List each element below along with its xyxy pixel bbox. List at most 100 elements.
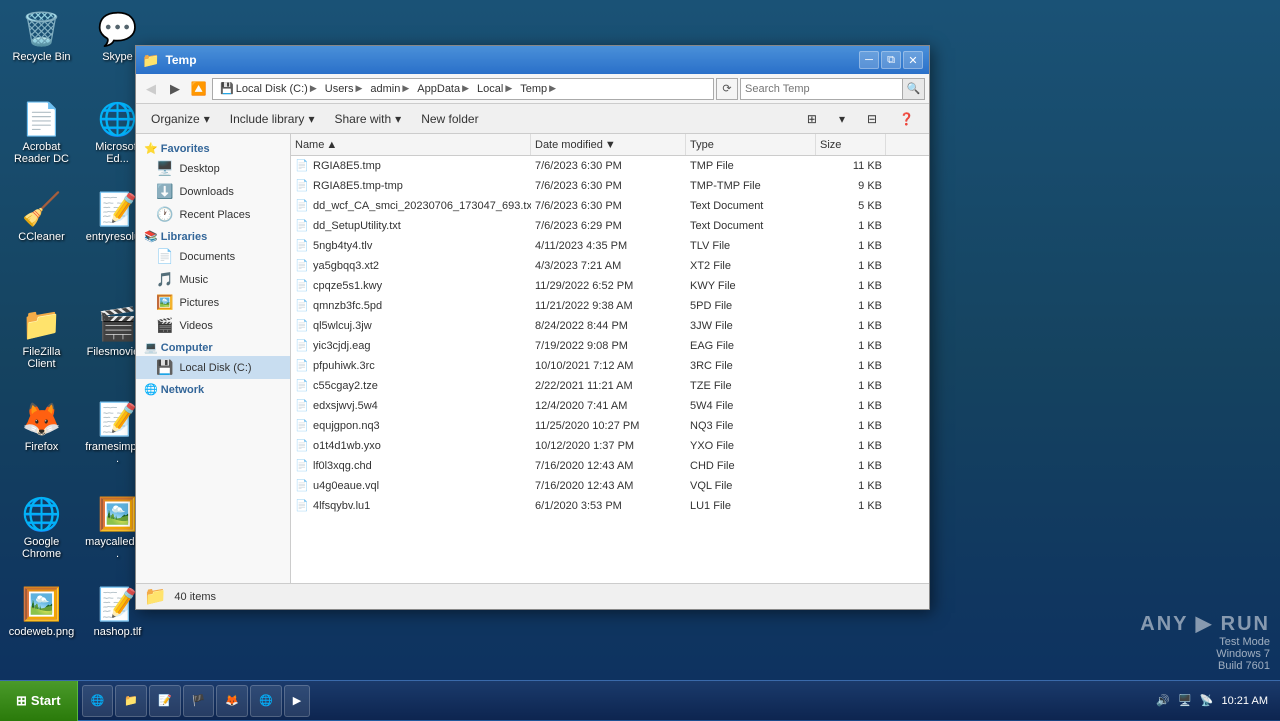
refresh-button[interactable]: ⟳	[716, 78, 738, 100]
taskbar-app-explorer[interactable]: 📁	[115, 685, 147, 717]
file-size: 1 KB	[816, 220, 886, 232]
search-input[interactable]	[741, 79, 902, 99]
nav-item-recent-places[interactable]: 🕐 Recent Places	[136, 203, 290, 226]
title-bar-icon: 📁	[142, 52, 159, 69]
table-row[interactable]: 📄 c55cgay2.tze 2/22/2021 11:21 AM TZE Fi…	[291, 376, 929, 396]
table-row[interactable]: 📄 ql5wlcuj.3jw 8/24/2022 8:44 PM 3JW Fil…	[291, 316, 929, 336]
table-row[interactable]: 📄 ya5gbqq3.xt2 4/3/2023 7:21 AM XT2 File…	[291, 256, 929, 276]
table-row[interactable]: 📄 dd_SetupUtility.txt 7/6/2023 6:29 PM T…	[291, 216, 929, 236]
desktop-icon-firefox[interactable]: 🦊 Firefox	[4, 395, 79, 457]
view-button[interactable]: ⊞	[798, 107, 826, 131]
nav-item-documents[interactable]: 📄 Documents	[136, 245, 290, 268]
address-local-disk[interactable]: 💾 Local Disk (C:) ▶	[217, 81, 320, 96]
file-type: 3JW File	[686, 320, 816, 332]
file-size: 11 KB	[816, 160, 886, 172]
address-temp[interactable]: Temp ▶	[517, 82, 559, 96]
file-name: RGIA8E5.tmp-tmp	[313, 180, 403, 192]
address-bar[interactable]: 💾 Local Disk (C:) ▶ Users ▶ admin ▶ AppD…	[212, 78, 714, 100]
taskbar-app-media[interactable]: ▶	[284, 685, 310, 717]
file-size: 1 KB	[816, 500, 886, 512]
table-row[interactable]: 📄 u4g0eaue.vql 7/16/2020 12:43 AM VQL Fi…	[291, 476, 929, 496]
taskbar-app-ie2[interactable]: 🌐	[250, 685, 282, 717]
file-size: 1 KB	[816, 360, 886, 372]
file-type: NQ3 File	[686, 420, 816, 432]
file-type: YXO File	[686, 440, 816, 452]
share-with-button[interactable]: Share with ▾	[325, 107, 410, 131]
table-row[interactable]: 📄 pfpuhiwk.3rc 10/10/2021 7:12 AM 3RC Fi…	[291, 356, 929, 376]
table-row[interactable]: 📄 RGIA8E5.tmp 7/6/2023 6:30 PM TMP File …	[291, 156, 929, 176]
close-button[interactable]: ✕	[903, 51, 923, 69]
flag-icon: 🏴	[192, 694, 206, 707]
address-arrow-6: ▶	[549, 83, 556, 94]
table-row[interactable]: 📄 cpqze5s1.kwy 11/29/2022 6:52 PM KWY Fi…	[291, 276, 929, 296]
nav-item-desktop[interactable]: 🖥️ Desktop	[136, 157, 290, 180]
up-button[interactable]: 🔼	[188, 78, 210, 100]
desktop-icon-filezilla[interactable]: 📁 FileZilla Client	[4, 300, 79, 374]
table-row[interactable]: 📄 equjgpon.nq3 11/25/2020 10:27 PM NQ3 F…	[291, 416, 929, 436]
file-icon: 📄	[295, 499, 309, 513]
minimize-button[interactable]: ─	[859, 51, 879, 69]
nav-item-videos[interactable]: 🎬 Videos	[136, 314, 290, 337]
preview-pane-button[interactable]: ⊟	[858, 107, 886, 131]
table-row[interactable]: 📄 5ngb4ty4.tlv 4/11/2023 4:35 PM TLV Fil…	[291, 236, 929, 256]
taskbar-app-word[interactable]: 📝	[149, 685, 181, 717]
include-library-button[interactable]: Include library ▾	[221, 107, 324, 131]
network-section[interactable]: 🌐 Network	[136, 379, 290, 398]
desktop-icon-ccleaner[interactable]: 🧹 CCleaner	[4, 185, 79, 247]
col-header-name[interactable]: Name ▲	[291, 134, 531, 155]
file-list: 📄 RGIA8E5.tmp 7/6/2023 6:30 PM TMP File …	[291, 156, 929, 583]
address-appdata[interactable]: AppData ▶	[414, 82, 472, 96]
back-button[interactable]: ◀	[140, 78, 162, 100]
test-mode-label: Test Mode	[1140, 636, 1270, 648]
forward-button[interactable]: ▶	[164, 78, 186, 100]
desktop-icon-acrobat[interactable]: 📄 Acrobat Reader DC	[4, 95, 79, 169]
word-icon: 📝	[158, 694, 172, 707]
tray-icon-2[interactable]: 🖥️	[1178, 694, 1192, 707]
table-row[interactable]: 📄 RGIA8E5.tmp-tmp 7/6/2023 6:30 PM TMP-T…	[291, 176, 929, 196]
search-box[interactable]: 🔍	[740, 78, 925, 100]
start-button[interactable]: ⊞ Start	[0, 681, 78, 721]
nav-item-music[interactable]: 🎵 Music	[136, 268, 290, 291]
explorer-window: 📁 Temp ─ ⧉ ✕ ◀ ▶ 🔼 💾 Local Disk (C:) ▶ U…	[135, 45, 930, 610]
col-header-type[interactable]: Type	[686, 134, 816, 155]
tray-icon-3[interactable]: 📡	[1200, 694, 1214, 707]
taskbar-app-firefox[interactable]: 🦊	[216, 685, 248, 717]
codeweb-label: codeweb.png	[8, 626, 75, 638]
table-row[interactable]: 📄 edxsjwvj.5w4 12/4/2020 7:41 AM 5W4 Fil…	[291, 396, 929, 416]
table-row[interactable]: 📄 o1t4d1wb.yxo 10/12/2020 1:37 PM YXO Fi…	[291, 436, 929, 456]
organize-button[interactable]: Organize ▾	[142, 107, 219, 131]
computer-section[interactable]: 💻 Computer	[136, 337, 290, 356]
desktop-icon-chrome[interactable]: 🌐 Google Chrome	[4, 490, 79, 564]
help-button[interactable]: ❓	[890, 107, 923, 131]
view-dropdown[interactable]: ▾	[830, 107, 854, 131]
taskbar-app-flag[interactable]: 🏴	[183, 685, 215, 717]
desktop-icon-recycle-bin[interactable]: 🗑️ Recycle Bin	[4, 5, 79, 67]
address-users[interactable]: Users ▶	[322, 82, 366, 96]
libraries-section[interactable]: 📚 Libraries	[136, 226, 290, 245]
test-mode-badge: ANY ▶ RUN Test Mode Windows 7 Build 7601	[1140, 611, 1270, 672]
desktop-icon-codeweb[interactable]: 🖼️ codeweb.png	[4, 580, 79, 642]
table-row[interactable]: 📄 lf0l3xqg.chd 7/16/2020 12:43 AM CHD Fi…	[291, 456, 929, 476]
nav-item-local-disk[interactable]: 💾 Local Disk (C:)	[136, 356, 290, 379]
table-row[interactable]: 📄 yic3cjdj.eag 7/19/2022 9:08 PM EAG Fil…	[291, 336, 929, 356]
search-button[interactable]: 🔍	[902, 79, 924, 99]
table-row[interactable]: 📄 4lfsqybv.lu1 6/1/2020 3:53 PM LU1 File…	[291, 496, 929, 516]
col-header-date[interactable]: Date modified ▼	[531, 134, 686, 155]
nav-item-downloads[interactable]: ⬇️ Downloads	[136, 180, 290, 203]
table-row[interactable]: 📄 qmnzb3fc.5pd 11/21/2022 9:38 AM 5PD Fi…	[291, 296, 929, 316]
skype-icon: 💬	[98, 9, 138, 49]
file-size: 1 KB	[816, 340, 886, 352]
taskbar-app-ie[interactable]: 🌐	[82, 685, 114, 717]
address-admin[interactable]: admin ▶	[367, 82, 412, 96]
window-title: Temp	[165, 53, 853, 67]
file-date: 7/6/2023 6:30 PM	[531, 200, 686, 212]
nav-item-pictures[interactable]: 🖼️ Pictures	[136, 291, 290, 314]
recent-nav-icon: 🕐	[156, 206, 173, 223]
new-folder-button[interactable]: New folder	[412, 107, 487, 131]
tray-icon-1[interactable]: 🔊	[1156, 694, 1170, 707]
col-header-size[interactable]: Size	[816, 134, 886, 155]
address-local[interactable]: Local ▶	[474, 82, 515, 96]
table-row[interactable]: 📄 dd_wcf_CA_smci_20230706_173047_693.txt…	[291, 196, 929, 216]
restore-button[interactable]: ⧉	[881, 51, 901, 69]
favorites-section[interactable]: ⭐ Favorites	[136, 138, 290, 157]
